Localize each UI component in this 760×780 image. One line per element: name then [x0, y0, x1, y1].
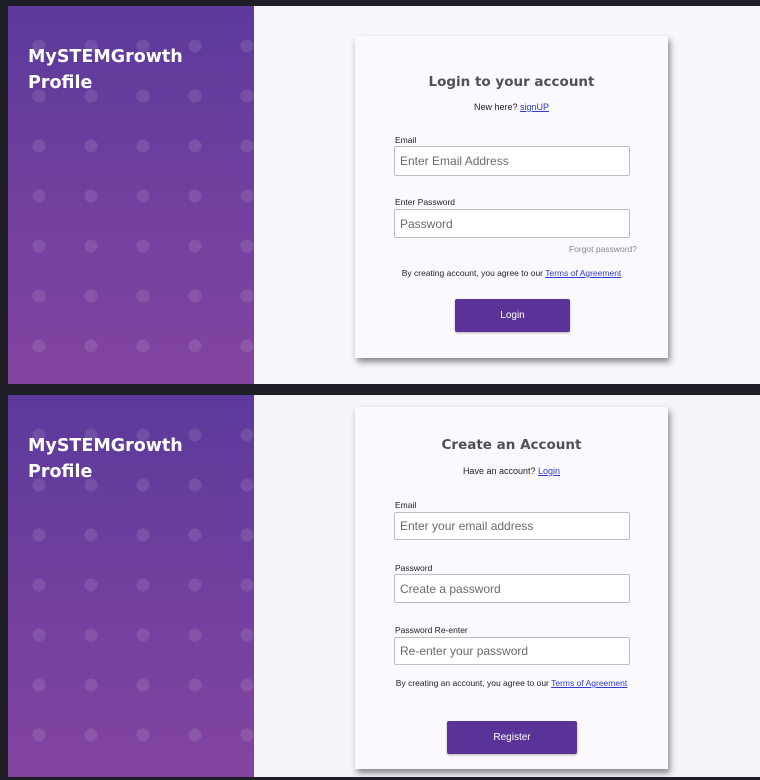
forgot-password-link[interactable]: Forgot password?: [569, 244, 637, 254]
email-input[interactable]: [394, 146, 630, 176]
brand-title: MySTEMGrowth Profile: [28, 433, 228, 485]
login-prompt-text: Have an account?: [462, 466, 536, 476]
password-input[interactable]: [394, 209, 630, 238]
terms-text: By creating account, you agree to our: [401, 268, 543, 278]
brand-line-2: Profile: [28, 73, 93, 93]
register-screen: MySTEMGrowth Profile Create an Account H…: [8, 395, 760, 777]
login-button[interactable]: Login: [455, 299, 570, 332]
signup-prompt-text: New here?: [473, 102, 518, 112]
email-label: Email: [395, 135, 417, 145]
signup-prompt: New here? signUP: [355, 102, 668, 112]
login-link[interactable]: Login: [538, 466, 560, 476]
signup-link[interactable]: signUP: [520, 102, 549, 112]
login-card: Login to your account New here? signUP E…: [355, 36, 668, 358]
terms-notice: By creating account, you agree to our Te…: [355, 268, 668, 278]
register-title: Create an Account: [441, 437, 582, 453]
email-input[interactable]: [394, 512, 630, 540]
brand-panel: MySTEMGrowth Profile: [8, 6, 254, 384]
terms-notice: By creating an account, you agree to our…: [355, 678, 668, 688]
terms-text: By creating an account, you agree to our: [395, 678, 549, 688]
login-prompt: Have an account? Login: [355, 466, 668, 476]
password-label: Password: [395, 563, 433, 573]
terms-link[interactable]: Terms of Agreement: [545, 268, 621, 278]
brand-line-1: MySTEMGrowth: [28, 47, 183, 67]
create-password-input[interactable]: [394, 574, 630, 603]
brand-title: MySTEMGrowth Profile: [28, 44, 228, 96]
brand-panel: MySTEMGrowth Profile: [8, 395, 254, 777]
password-label: Enter Password: [395, 197, 455, 207]
terms-link[interactable]: Terms of Agreement: [551, 678, 627, 688]
register-button[interactable]: Register: [447, 721, 577, 754]
login-screen: MySTEMGrowth Profile Login to your accou…: [8, 6, 760, 384]
reenter-password-input[interactable]: [394, 637, 630, 665]
email-label: Email: [395, 500, 417, 510]
brand-line-2: Profile: [28, 462, 93, 482]
brand-line-1: MySTEMGrowth: [28, 436, 183, 456]
password-reenter-label: Password Re-enter: [395, 625, 468, 635]
register-card: Create an Account Have an account? Login…: [355, 407, 668, 769]
login-title: Login to your account: [428, 74, 595, 90]
